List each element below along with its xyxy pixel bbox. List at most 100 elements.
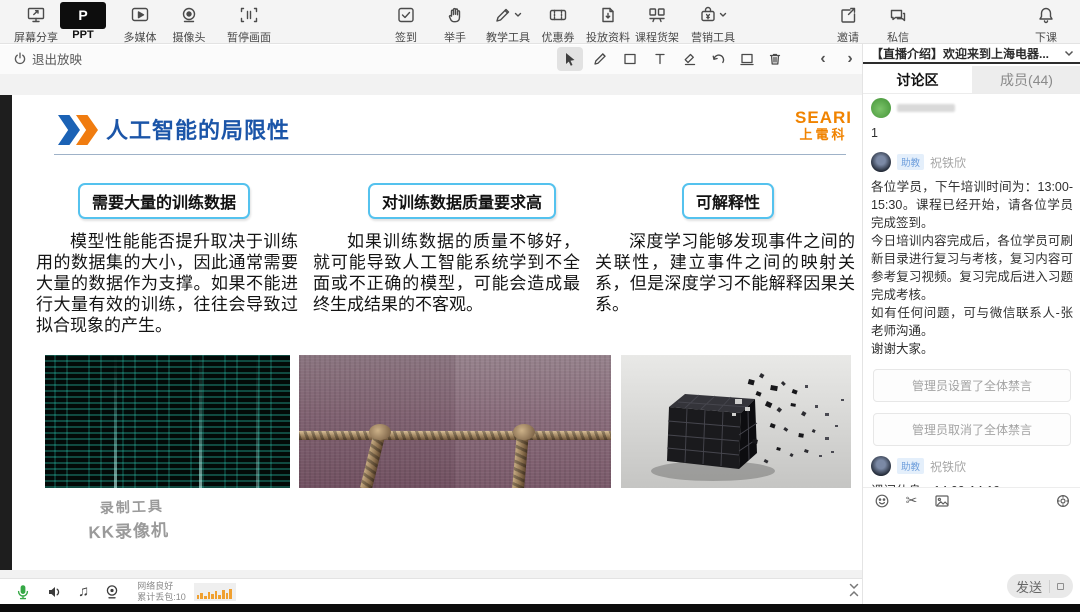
undo-icon (712, 54, 725, 64)
send-options-icon[interactable] (1057, 582, 1064, 590)
speaker-icon (49, 586, 60, 597)
collapse-arrows-icon (849, 583, 859, 597)
screenshot-button[interactable]: ✂ (903, 492, 920, 509)
toolbar-item-pause-screen[interactable]: 暂停画面 (211, 2, 287, 45)
exit-presentation-button[interactable]: 退出放映 (12, 49, 82, 68)
tab-members[interactable]: 成员(44) (972, 66, 1080, 93)
matrix-digital-rain-image (45, 355, 290, 488)
background-music-button[interactable]: ♫ (78, 583, 89, 600)
announcement-text: 【直播介绍】欢迎来到上海电器... (871, 46, 1050, 61)
packet-loss-text: 累计丢包:10 (137, 591, 186, 602)
chevron-down-icon[interactable] (1063, 47, 1075, 59)
column-heading-box: 对训练数据质量要求高 (368, 183, 557, 219)
column-heading-box: 需要大量的训练数据 (78, 183, 251, 219)
assistant-badge: 助教 (897, 458, 925, 474)
toolbar-item-label: 摄像头 (172, 32, 206, 44)
clear-screen-icon (740, 53, 754, 66)
speaker-button[interactable] (46, 583, 64, 601)
toolbar-item-label: 私信 (887, 32, 909, 44)
invite-share-icon (838, 2, 858, 28)
tool-delete[interactable] (762, 47, 788, 71)
tool-select-cursor[interactable] (557, 47, 583, 71)
system-message: 管理员设置了全体禁言 (873, 369, 1071, 402)
announcement-bar[interactable]: 【直播介绍】欢迎来到上海电器... (863, 44, 1080, 64)
raise-hand-icon (445, 2, 465, 28)
text-tool-icon (655, 53, 665, 65)
image-upload-button[interactable] (933, 492, 950, 509)
prev-slide-button[interactable]: ‹ (810, 47, 836, 71)
watermark-line1: 录制工具 (99, 497, 165, 516)
toolbar-item-end-class[interactable]: 下课 (1008, 2, 1080, 45)
screen-share-icon (26, 2, 46, 28)
pencil-icon (594, 53, 606, 65)
image-icon (934, 494, 949, 507)
chat-settings-button[interactable] (1054, 492, 1071, 509)
send-button[interactable]: 发送 (1006, 574, 1073, 598)
chat-message: 助教 祝铁欣 各位学员，下午培训时间为：13:00-15:30。课程已经开始，请… (871, 152, 1073, 358)
sender-name: 祝铁欣 (930, 459, 967, 474)
ppt-icon: P (60, 1, 106, 29)
sender-name: 祝铁欣 (930, 155, 967, 170)
emoji-button[interactable] (873, 492, 890, 509)
toolbar-item-label: 营销工具 (691, 32, 735, 44)
chat-message: 1 (871, 98, 1073, 142)
toolbar-item-label: 邀请 (837, 32, 859, 44)
seari-logo: SEARI 上電科 (795, 109, 852, 141)
class-bell-icon (1036, 2, 1056, 28)
window-bottom-bar (0, 604, 1080, 612)
tool-pen[interactable] (587, 47, 613, 71)
chat-tabs: 讨论区 成员(44) (863, 66, 1080, 94)
avatar (871, 152, 891, 172)
avatar (871, 98, 891, 118)
trash-icon (769, 53, 781, 65)
slide-title-row: 人工智能的局限性 (54, 111, 846, 155)
toolbar-item-private-message[interactable]: 私信 (860, 2, 936, 45)
eraser-icon (684, 53, 696, 66)
assistant-badge: 助教 (897, 154, 925, 170)
network-bars-chart (193, 582, 236, 601)
emoji-icon (875, 494, 888, 507)
next-slide-button[interactable]: › (837, 47, 863, 71)
pause-screen-icon (239, 2, 259, 28)
document-icon (598, 2, 618, 28)
toolbar-item-marketing-tools[interactable]: 营销工具 (675, 2, 751, 45)
logo-primary-text: SEARI (795, 108, 852, 127)
tool-undo[interactable] (705, 47, 731, 71)
top-toolbar: 屏幕分享 P PPT 多媒体 摄像头 暂停画面 签到 举手 教学工具 优惠券 投… (0, 0, 1080, 44)
chat-panel: 【直播介绍】欢迎来到上海电器... 讨论区 成员(44) 1 助教 祝铁欣 各位… (862, 44, 1080, 604)
chat-message: 助教 祝铁欣 课间休息：14:09-14:19 (871, 456, 1073, 487)
live-class-window: 屏幕分享 P PPT 多媒体 摄像头 暂停画面 签到 举手 教学工具 优惠券 投… (0, 0, 1080, 612)
stage-letterbox (0, 95, 12, 570)
webcam-icon (179, 2, 199, 28)
slide: 人工智能的局限性 SEARI 上電科 需要大量的训练数据 对训练数据质量要求高 … (12, 95, 862, 570)
teaching-tools-icon (493, 2, 523, 28)
message-text: 1 (871, 126, 878, 140)
tool-clear-screen[interactable] (734, 47, 760, 71)
watermark-line2: KK录像机 (88, 520, 170, 543)
column-body-text: 模型性能能否提升取决于训练用的数据集的大小，因此通常需要大量的数据作为支撑。如果… (36, 232, 298, 335)
chat-bubbles-icon (888, 2, 908, 28)
tab-discussion[interactable]: 讨论区 (863, 66, 972, 93)
chat-input-toolbar: ✂ (863, 487, 1080, 513)
toolbar-item-label: PPT (72, 29, 94, 41)
tool-rectangle[interactable] (617, 47, 643, 71)
chat-message-list[interactable]: 1 助教 祝铁欣 各位学员，下午培训时间为：13:00-15:30。课程已经开始… (863, 94, 1080, 487)
coupon-ticket-icon (548, 2, 568, 28)
collapse-stage-button[interactable] (846, 582, 864, 600)
title-chevron-icon (58, 115, 80, 145)
tool-text[interactable] (647, 47, 673, 71)
power-icon (14, 52, 26, 64)
media-play-icon (130, 2, 150, 28)
chat-input-area[interactable] (863, 513, 1080, 571)
avatar (871, 456, 891, 476)
divider (1049, 579, 1050, 593)
microphone-button[interactable] (14, 583, 32, 601)
sender-name (897, 104, 955, 112)
slide-title: 人工智能的局限性 (106, 118, 291, 143)
rectangle-icon (624, 53, 636, 65)
tool-eraser[interactable] (677, 47, 703, 71)
logo-secondary-text: 上電科 (799, 127, 848, 142)
camera-status-button[interactable] (103, 583, 121, 601)
disintegrating-cube-image (621, 355, 851, 488)
webcam-icon (107, 584, 118, 598)
